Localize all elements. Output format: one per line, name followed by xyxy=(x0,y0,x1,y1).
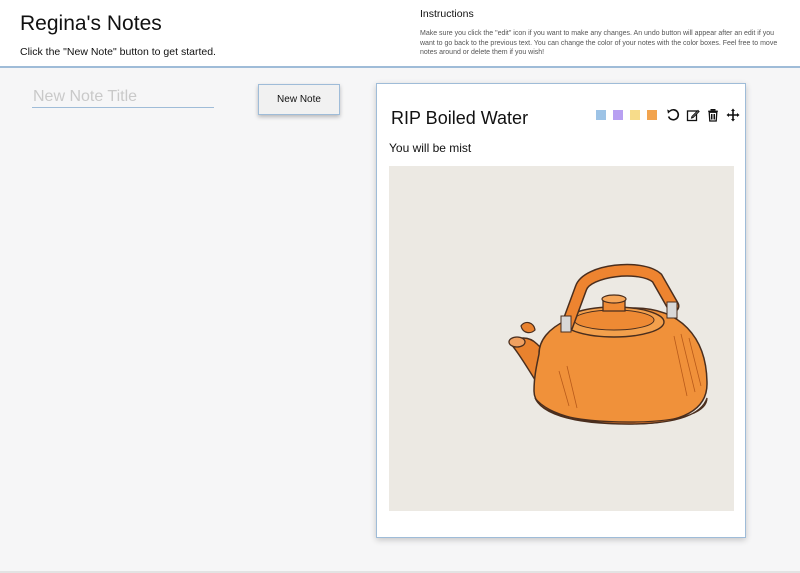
note-body: You will be mist xyxy=(389,141,472,155)
new-note-button[interactable]: New Note xyxy=(258,84,340,115)
note-title: RIP Boiled Water xyxy=(391,108,529,128)
undo-icon[interactable] xyxy=(666,108,680,122)
instructions-text: Make sure you click the "edit" icon if y… xyxy=(420,30,778,56)
color-swatch-purple[interactable] xyxy=(613,110,623,120)
move-icon[interactable] xyxy=(726,108,740,122)
note-toolbar xyxy=(596,108,744,122)
color-swatch-blue[interactable] xyxy=(596,110,606,120)
page-title: Regina's Notes xyxy=(20,12,162,35)
color-swatch-yellow[interactable] xyxy=(630,110,640,120)
page-subtitle: Click the "New Note" button to get start… xyxy=(20,46,216,58)
trash-icon[interactable] xyxy=(706,108,720,122)
edit-icon[interactable] xyxy=(686,108,700,122)
note-card[interactable]: RIP Boiled Water You will be mist xyxy=(376,83,746,538)
kettle-image xyxy=(389,166,734,511)
app-header: Regina's Notes Click the "New Note" butt… xyxy=(0,0,800,68)
color-swatch-orange[interactable] xyxy=(647,110,657,120)
kettle-drawing xyxy=(389,166,734,511)
note-title-input[interactable] xyxy=(32,86,214,108)
instructions-title: Instructions xyxy=(420,8,474,20)
